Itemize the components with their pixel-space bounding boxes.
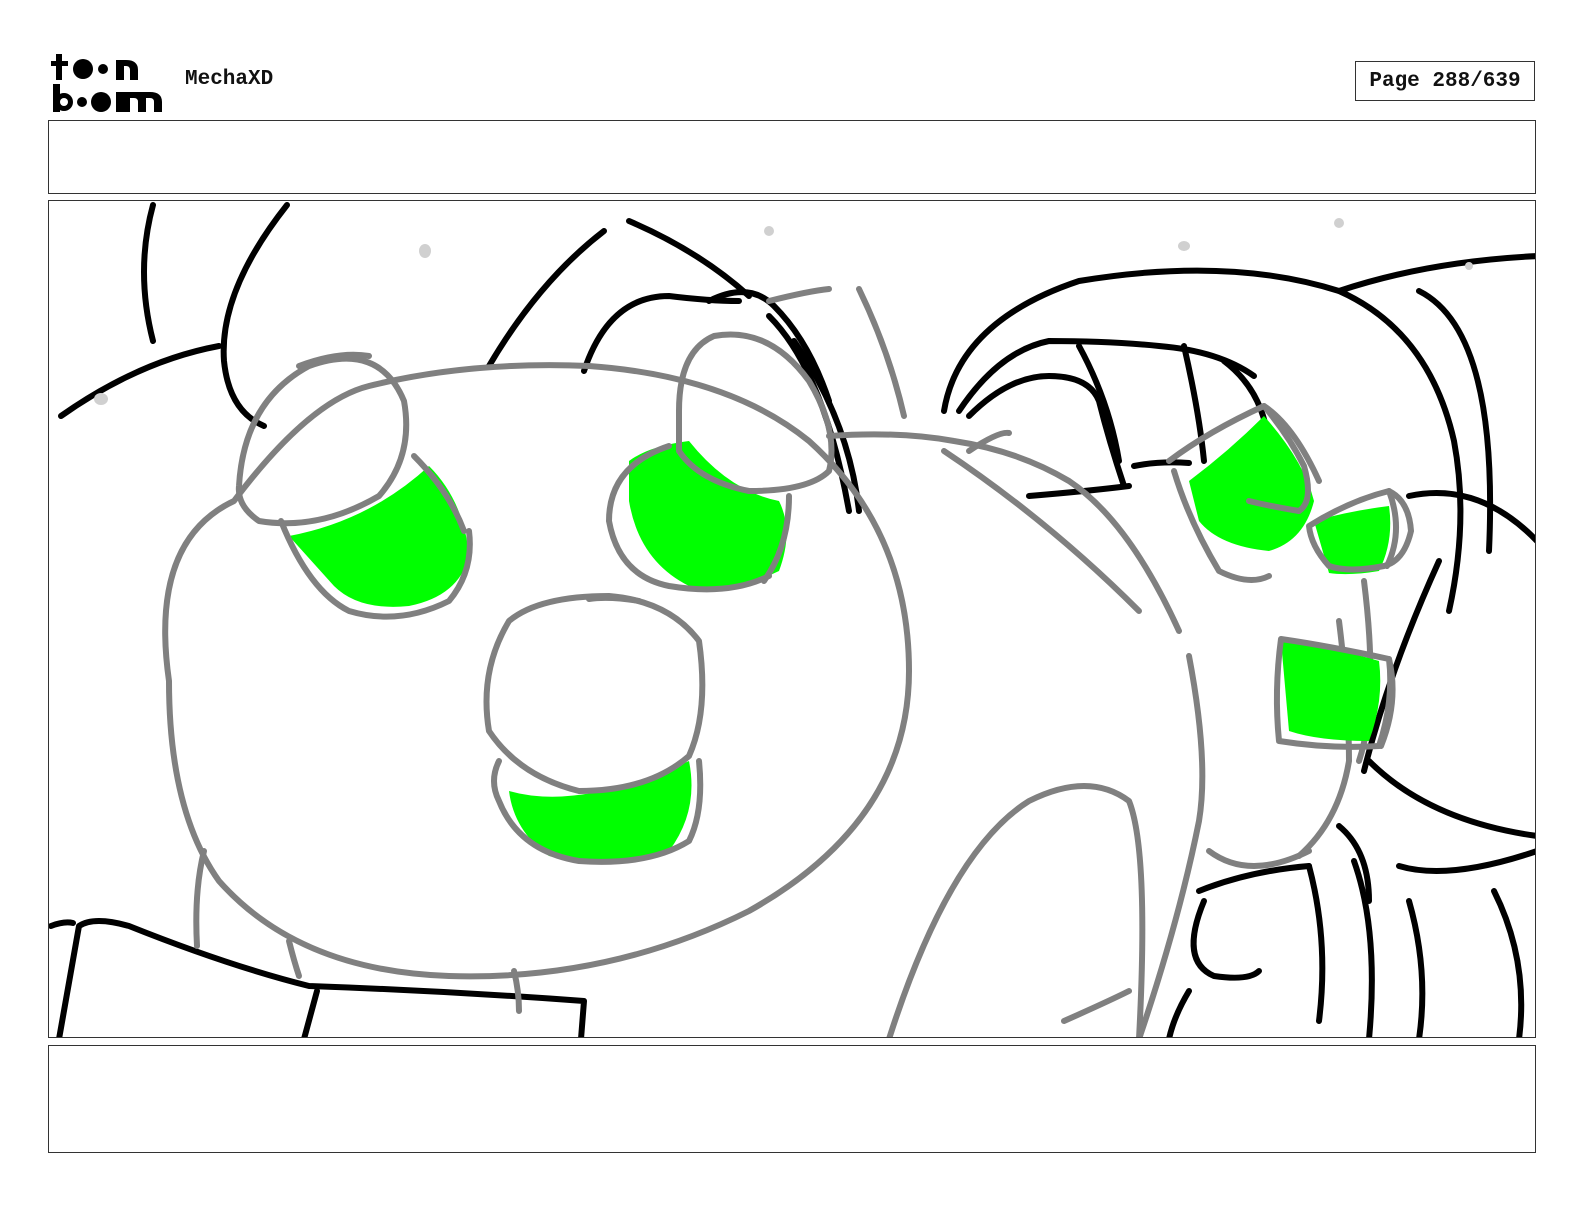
sketch-drawing xyxy=(49,202,1535,1037)
page-number: Page 288/639 xyxy=(1355,61,1535,101)
action-notes-box[interactable] xyxy=(48,1045,1536,1153)
toonboom-logo xyxy=(50,50,166,114)
storyboard-panel xyxy=(48,200,1536,1038)
project-title: MechaXD xyxy=(185,68,274,91)
dialogue-notes-box[interactable] xyxy=(48,120,1536,194)
